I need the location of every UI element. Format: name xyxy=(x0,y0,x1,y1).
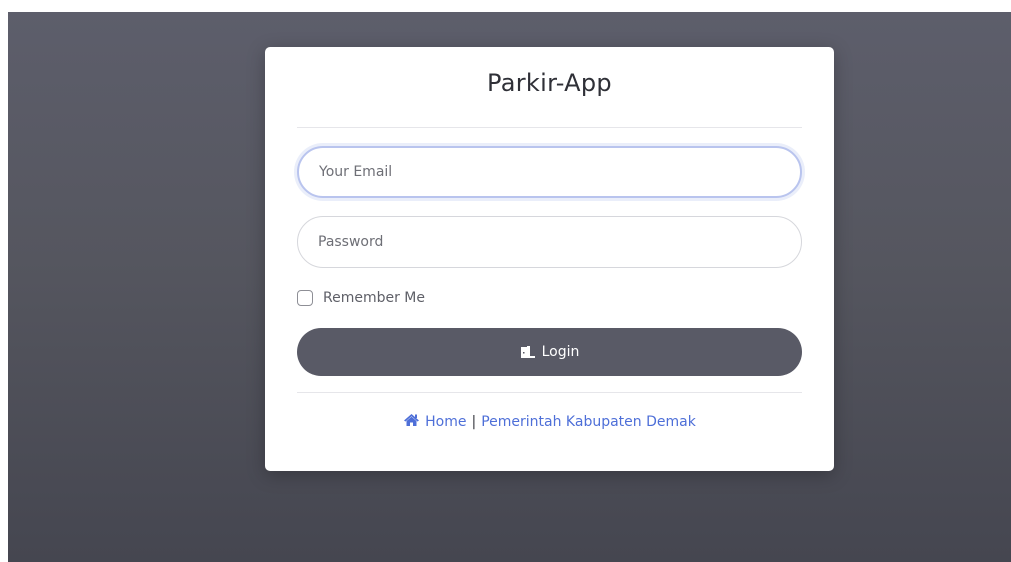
login-label: Login xyxy=(541,344,580,360)
footer-links: Home | Pemerintah Kabupaten Demak xyxy=(265,413,834,431)
organization-link[interactable]: Pemerintah Kabupaten Demak xyxy=(481,414,696,430)
login-button[interactable]: Login xyxy=(297,328,802,376)
remember-label: Remember Me xyxy=(323,290,425,306)
app-title: Parkir-App xyxy=(487,69,612,97)
remember-checkbox[interactable] xyxy=(297,290,313,306)
remember-me[interactable]: Remember Me xyxy=(297,288,425,308)
door-open-icon xyxy=(520,345,536,359)
login-card: Parkir-App Remember Me Login xyxy=(265,47,834,471)
password-input[interactable] xyxy=(297,216,802,268)
home-link[interactable]: Home xyxy=(403,413,467,431)
home-label: Home xyxy=(425,414,467,430)
home-icon xyxy=(403,413,420,431)
footer-divider xyxy=(297,392,802,393)
footer-separator: | xyxy=(471,414,477,430)
email-input[interactable] xyxy=(297,146,802,198)
header-divider xyxy=(297,127,802,128)
login-screen: Parkir-App Remember Me Login xyxy=(8,12,1011,562)
